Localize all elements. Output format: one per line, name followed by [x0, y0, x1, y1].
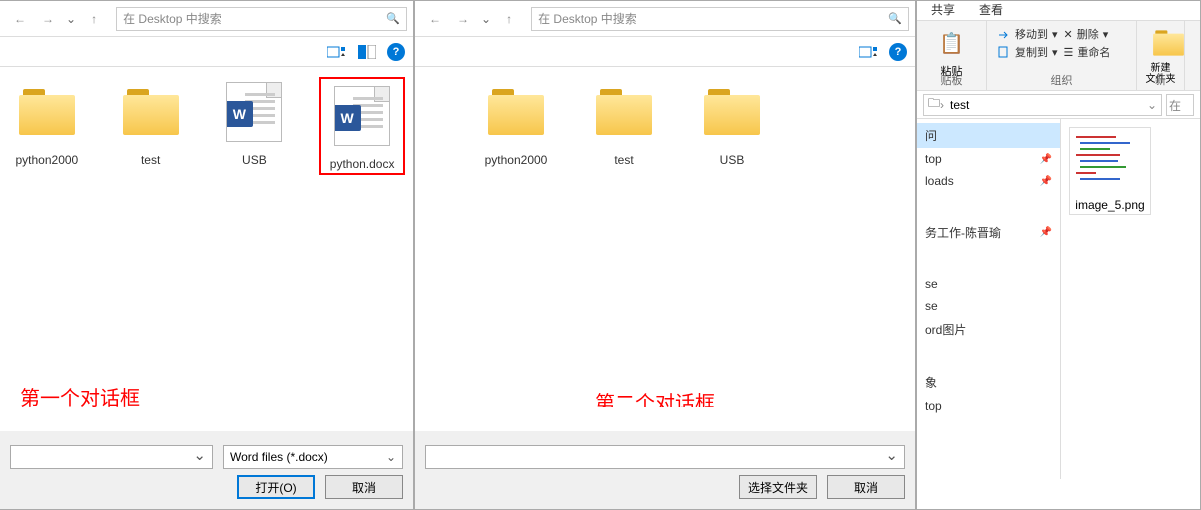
navigation-pane: 问 top📌 loads📌 务工作-陈晋瑜📌 se se ord图片 象 top [917, 119, 1061, 479]
breadcrumb-test[interactable]: test [944, 98, 975, 112]
nav-item[interactable]: se [917, 295, 1060, 317]
moveto-button[interactable]: 移动到 ▾ [995, 25, 1062, 43]
item-label: test [112, 153, 190, 167]
view-mode-icon[interactable] [859, 43, 879, 61]
search-input[interactable]: 在 Desktop 中搜索 [116, 7, 407, 31]
file-list: python2000 test W USB W python.docx 第一个对… [0, 67, 413, 407]
item-label: USB [691, 153, 773, 167]
folder-item[interactable]: USB [691, 77, 773, 167]
nav-item[interactable]: top📌 [917, 148, 1060, 170]
word-doc-icon: W [334, 86, 390, 146]
preview-pane-icon[interactable] [357, 43, 377, 61]
path-input[interactable]: 🗀 › test ⌄ [923, 94, 1162, 116]
select-folder-button[interactable]: 选择文件夹 [739, 475, 817, 499]
folder-icon [19, 89, 75, 135]
paste-icon[interactable]: 📋 [934, 25, 970, 61]
nav-forward-icon: → [34, 5, 62, 33]
delete-button[interactable]: ✕ 删除 ▾ [1062, 25, 1129, 43]
item-label: USB [216, 153, 294, 167]
view-mode-icon[interactable] [327, 43, 347, 61]
nav-up-icon[interactable]: ↑ [80, 5, 108, 33]
explorer-window: 共享 查看 📋 粘贴 贴板 移动到 ▾ 复制到 ▾ ✕ 删除 ▾ ☰ 重命名 组… [916, 0, 1201, 510]
folder-icon [596, 89, 652, 135]
toolbar: ← → ⌄ ↑ 在 Desktop 中搜索 [415, 1, 915, 37]
nav-back-icon[interactable]: ← [6, 5, 34, 33]
nav-item[interactable]: 象 [917, 370, 1060, 395]
tab-view[interactable]: 查看 [979, 1, 1003, 20]
pin-icon: 📌 [1040, 154, 1052, 165]
word-doc-icon: W [226, 82, 282, 142]
new-section-label: 新 [1137, 72, 1184, 88]
nav-item[interactable]: 务工作-陈晋瑜📌 [917, 220, 1060, 245]
item-label: test [583, 153, 665, 167]
annotation-label: 第二个对话框 [595, 387, 715, 407]
file-open-dialog-1: ← → ⌄ ↑ 在 Desktop 中搜索 ? python2000 test … [0, 0, 414, 510]
item-label: python2000 [8, 153, 86, 167]
nav-item[interactable]: 问 [917, 123, 1060, 148]
search-placeholder: 在 Desktop 中搜索 [123, 10, 222, 27]
toolbar: ← → ⌄ ↑ 在 Desktop 中搜索 [0, 1, 413, 37]
file-pane: image_5.png 结果 [1061, 119, 1200, 479]
folder-icon [123, 89, 179, 135]
chevron-down-icon[interactable]: ⌄ [1147, 98, 1157, 112]
copyto-button[interactable]: 复制到 ▾ [995, 43, 1062, 61]
organize-section-label: 组织 [987, 72, 1136, 88]
nav-dropdown-icon[interactable]: ⌄ [62, 12, 80, 26]
clipboard-section-label: 贴板 [917, 72, 986, 88]
annotation-label: 第一个对话框 [20, 382, 140, 407]
nav-item[interactable]: ord图片 [917, 317, 1060, 342]
folder-item[interactable]: python2000 [8, 77, 86, 167]
nav-item[interactable]: top [917, 395, 1060, 417]
nav-item[interactable]: se [917, 273, 1060, 295]
cancel-button[interactable]: 取消 [325, 475, 403, 499]
folder-item[interactable]: test [112, 77, 190, 167]
search-field[interactable]: 在 [1166, 94, 1194, 116]
nav-back-icon[interactable]: ← [421, 5, 449, 33]
file-thumbnail[interactable]: image_5.png [1069, 127, 1151, 215]
rename-button[interactable]: ☰ 重命名 [1062, 43, 1129, 61]
filename-input[interactable] [10, 445, 213, 469]
dialog-footer: 选择文件夹 取消 [415, 431, 915, 509]
help-icon[interactable]: ? [889, 43, 907, 61]
ribbon: 📋 粘贴 贴板 移动到 ▾ 复制到 ▾ ✕ 删除 ▾ ☰ 重命名 组织 新建 文… [917, 21, 1200, 91]
search-placeholder: 在 Desktop 中搜索 [538, 10, 637, 27]
nav-forward-icon: → [449, 5, 477, 33]
file-label: image_5.png [1072, 198, 1148, 212]
file-item-highlighted[interactable]: W python.docx [319, 77, 405, 175]
address-bar: 🗀 › test ⌄ 在 [917, 91, 1200, 119]
nav-up-icon[interactable]: ↑ [495, 5, 523, 33]
pin-icon: 📌 [1040, 227, 1052, 238]
nav-item[interactable]: loads📌 [917, 170, 1060, 192]
folder-icon [488, 89, 544, 135]
nav-dropdown-icon[interactable]: ⌄ [477, 12, 495, 26]
folder-select-dialog-2: ← → ⌄ ↑ 在 Desktop 中搜索 ? python2000 test … [414, 0, 916, 510]
tab-share[interactable]: 共享 [931, 1, 955, 20]
ribbon-tabs: 共享 查看 [917, 1, 1200, 21]
folder-input[interactable] [425, 445, 905, 469]
pin-icon: 📌 [1040, 176, 1052, 187]
folder-item[interactable]: python2000 [475, 77, 557, 167]
folder-small-icon: 🗀 [928, 94, 940, 115]
help-icon[interactable]: ? [387, 43, 405, 61]
folder-item[interactable]: test [583, 77, 665, 167]
cancel-button[interactable]: 取消 [827, 475, 905, 499]
view-toolbar: ? [415, 37, 915, 67]
filetype-select[interactable]: Word files (*.docx) [223, 445, 403, 469]
image-preview-icon [1072, 130, 1148, 194]
folder-icon [704, 89, 760, 135]
search-input[interactable]: 在 Desktop 中搜索 [531, 7, 909, 31]
file-item[interactable]: W USB [216, 77, 294, 167]
item-label: python.docx [323, 157, 401, 171]
file-list: python2000 test USB 第二个对话框 [415, 67, 915, 407]
view-toolbar: ? [0, 37, 413, 67]
new-folder-icon[interactable] [1145, 25, 1181, 61]
open-button[interactable]: 打开(O) [237, 475, 315, 499]
item-label: python2000 [475, 153, 557, 167]
dialog-footer: Word files (*.docx) 打开(O) 取消 [0, 431, 413, 509]
